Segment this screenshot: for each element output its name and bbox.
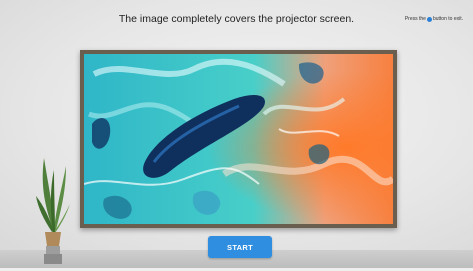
exit-hint-suffix: button to exit. [432, 16, 463, 22]
abstract-art-image [84, 54, 393, 224]
projector-screen-frame [80, 50, 397, 228]
exit-hint: Press the button to exit. [405, 16, 463, 22]
start-button[interactable]: START [208, 236, 272, 258]
instruction-text: The image completely covers the projecto… [118, 13, 355, 25]
projected-image [84, 54, 393, 224]
potted-plant [36, 148, 70, 271]
blue-dot-icon [426, 16, 432, 22]
exit-hint-prefix: Press the [404, 16, 426, 22]
